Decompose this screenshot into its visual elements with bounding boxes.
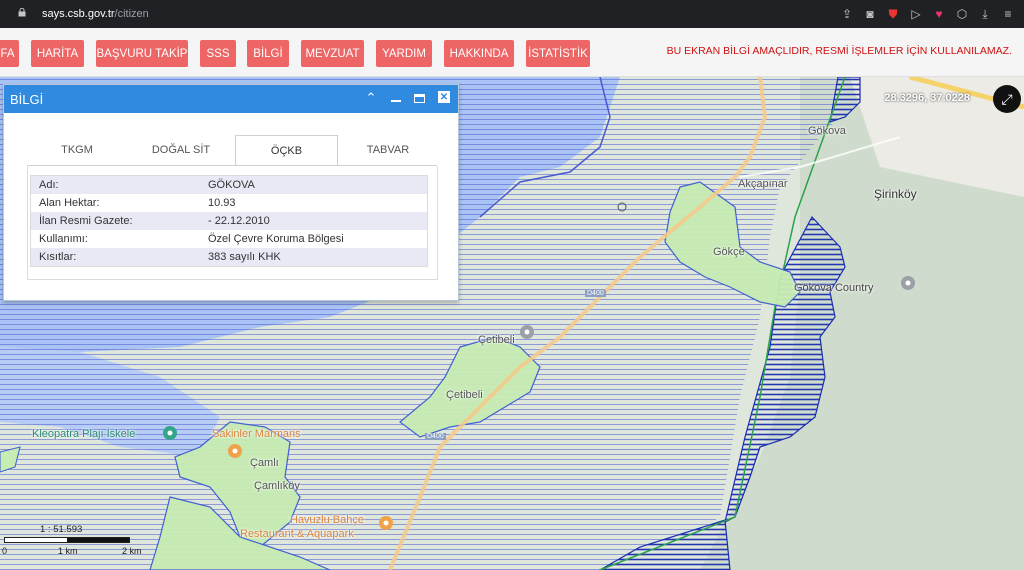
row-key: Kısıtlar:: [39, 251, 77, 263]
info-panel-title: BİLGİ: [10, 91, 44, 107]
scale-bar: 1 : 51.593 0 1 km 2 km: [2, 524, 142, 570]
tab-ockb[interactable]: ÖÇKB: [235, 135, 338, 166]
info-panel: BİLGİ ⌃ ✕ TKGM DOĞAL SİT ÖÇKB TABVAR Adı…: [3, 84, 459, 301]
scale-tick-2: 2 km: [122, 546, 142, 556]
tab-dogal-sit[interactable]: DOĞAL SİT: [127, 135, 235, 165]
share-icon[interactable]: ⇪: [839, 6, 855, 22]
nav-button-home[interactable]: FA: [0, 40, 19, 67]
collapse-icon[interactable]: ⌃: [364, 90, 378, 105]
map-label-kleopatra: Kleopatra Plajı İskele: [32, 428, 136, 440]
map-label-gokova: Gökova: [808, 125, 846, 137]
menu-icon[interactable]: ≡: [1000, 6, 1016, 22]
map-label-gokce: Gökçe: [713, 246, 745, 258]
road-shield-d400: D400: [585, 290, 606, 297]
nav-button-bilgi[interactable]: BİLGİ: [247, 40, 289, 67]
coordinate-readout: 28.3296, 37.0228: [884, 92, 970, 104]
fullscreen-toggle-button[interactable]: ⤢: [993, 85, 1021, 113]
minimize-icon[interactable]: [389, 91, 403, 105]
play-icon[interactable]: ▷: [908, 6, 924, 22]
map-label-cetibeli-poi: Çetibeli: [478, 334, 515, 346]
row-key: İlan Resmi Gazete:: [39, 215, 133, 227]
table-row: Adı: GÖKOVA: [31, 176, 427, 194]
scale-tick-0: 0: [2, 546, 8, 556]
row-value: Özel Çevre Koruma Bölgesi: [208, 233, 344, 245]
map-label-akcapinar: Akçapınar: [738, 178, 788, 190]
road-shield-d400-2: D400: [425, 433, 446, 440]
nav-button-hakkinda[interactable]: HAKKINDA: [444, 40, 514, 67]
map-label-havuzlu: Havuzlu Bahçe: [290, 514, 364, 526]
browser-toolbar: says.csb.gov.tr/citizen ⇪ ◙ ⛊ ▷ ♥ ⬡ ⤓ ≡: [0, 0, 1024, 28]
heart-icon[interactable]: ♥: [931, 6, 947, 22]
cube-icon[interactable]: ⬡: [954, 6, 970, 22]
row-key: Adı:: [39, 179, 59, 191]
top-navigation: FA HARİTA BAŞVURU TAKİP SSS BİLGİ MEVZUA…: [0, 28, 1024, 77]
address-bar[interactable]: says.csb.gov.tr/citizen: [42, 8, 149, 20]
table-row: Alan Hektar: 10.93: [31, 194, 427, 212]
nav-button-mevzuat[interactable]: MEVZUAT: [301, 40, 364, 67]
map-label-sakinlar: Sakinler Marmaris: [212, 428, 301, 440]
scale-ratio: 1 : 51.593: [40, 524, 83, 535]
map-label-gokova-country: Gökova Country: [794, 282, 874, 294]
url-host: says.csb.gov.tr: [42, 8, 115, 20]
maximize-icon[interactable]: [412, 91, 426, 105]
map-label-camlikoy: Çamlıköy: [254, 480, 300, 492]
nav-button-sss[interactable]: SSS: [200, 40, 236, 67]
row-key: Kullanımı:: [39, 233, 88, 245]
disclaimer-notice: BU EKRAN BİLGİ AMAÇLIDIR, RESMİ İŞLEMLER…: [666, 45, 1012, 57]
nav-button-yardim[interactable]: YARDIM: [376, 40, 432, 67]
tab-tabvar[interactable]: TABVAR: [338, 135, 438, 165]
row-value: - 22.12.2010: [208, 215, 270, 227]
scale-tick-1: 1 km: [58, 546, 78, 556]
info-tabs: TKGM DOĞAL SİT ÖÇKB TABVAR: [27, 135, 438, 166]
map-label-cetibeli: Çetibeli: [446, 389, 483, 401]
scale-bar-graphic: [4, 537, 130, 543]
table-row: Kullanımı: Özel Çevre Koruma Bölgesi: [31, 230, 427, 248]
map-label-havuzlu-restaurant: Restaurant & Aquapark: [240, 528, 354, 540]
row-value: 10.93: [208, 197, 236, 209]
tab-tkgm[interactable]: TKGM: [27, 135, 127, 165]
table-row: Kısıtlar: 383 sayılı KHK: [31, 248, 427, 266]
row-value: GÖKOVA: [208, 179, 255, 191]
nav-button-harita[interactable]: HARİTA: [31, 40, 84, 67]
camera-icon[interactable]: ◙: [862, 6, 878, 22]
row-key: Alan Hektar:: [39, 197, 100, 209]
nav-button-istatistik[interactable]: İSTATİSTİK: [526, 40, 590, 67]
expand-icon: ⤢: [1001, 90, 1013, 107]
url-path: /citizen: [114, 8, 149, 20]
shield-icon[interactable]: ⛊: [885, 6, 901, 22]
attribute-table: Adı: GÖKOVA Alan Hektar: 10.93 İlan Resmi …: [30, 175, 428, 267]
row-value: 383 sayılı KHK: [208, 251, 281, 263]
download-icon[interactable]: ⤓: [977, 6, 993, 22]
close-icon[interactable]: ✕: [438, 91, 450, 103]
table-row: İlan Resmi Gazete: - 22.12.2010: [31, 212, 427, 230]
nav-button-basvuru-takip[interactable]: BAŞVURU TAKİP: [96, 40, 188, 67]
map-label-camli: Çamlı: [250, 457, 279, 469]
lock-icon: [18, 8, 26, 17]
info-panel-titlebar[interactable]: BİLGİ ⌃ ✕: [4, 85, 458, 113]
map-label-sirinkoy: Şirinköy: [874, 187, 917, 201]
